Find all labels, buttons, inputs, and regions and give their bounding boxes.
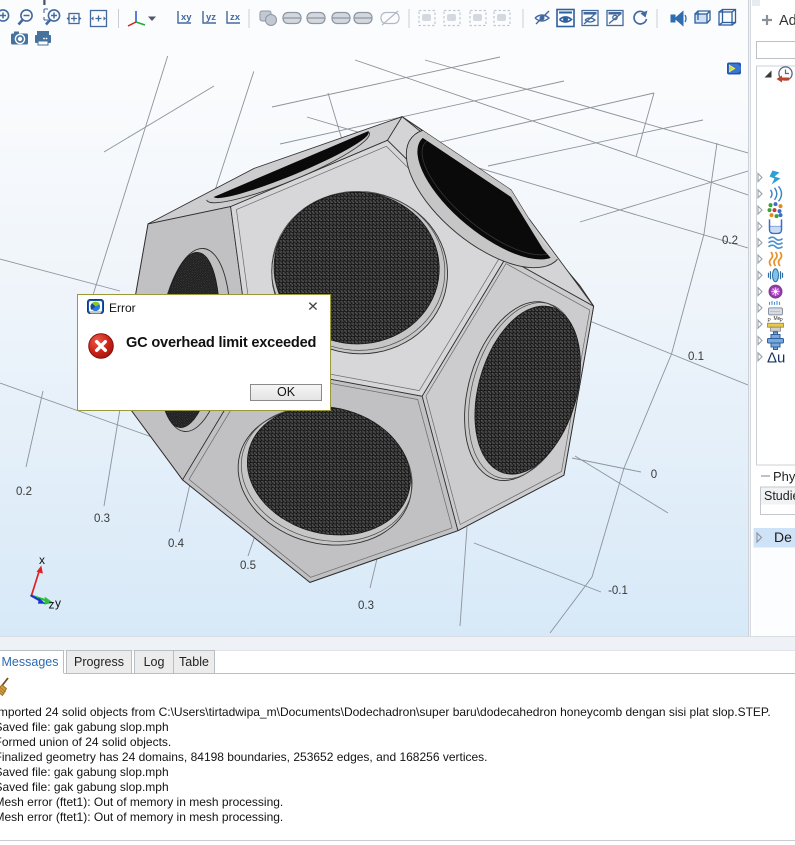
svg-text:Ad: Ad [779,13,795,29]
svg-text:z: z [49,598,55,612]
svg-text:0.2: 0.2 [722,235,738,247]
svg-text:0.5: 0.5 [240,560,256,572]
svg-text:Phys: Phys [773,469,795,484]
svg-text:0: 0 [651,469,657,481]
svg-text:0.4: 0.4 [168,538,185,550]
svg-text:yz: yz [206,12,216,23]
svg-text:Studies: Studies [764,489,795,503]
svg-text:zx: zx [230,12,241,23]
svg-text:-0.1: -0.1 [608,585,628,597]
svg-text:0.2: 0.2 [16,486,32,498]
svg-text:0.3: 0.3 [358,600,374,612]
svg-text:xy: xy [181,12,192,23]
svg-text:x: x [39,553,45,567]
svg-text:Δu: Δu [767,349,785,366]
svg-text:0.1: 0.1 [688,351,704,363]
svg-text:y: y [55,596,61,610]
svg-text:De: De [774,529,792,545]
svg-text:0.3: 0.3 [94,513,110,525]
